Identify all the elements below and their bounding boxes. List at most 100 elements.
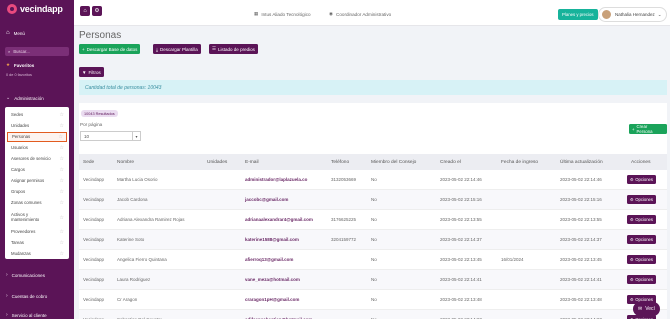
sidebar-item-mudanzas[interactable]: Mudanzas ☆ <box>7 249 67 259</box>
download-database-button[interactable]: + Descargar Base de datos <box>79 44 141 54</box>
star-outline-icon[interactable]: ☆ <box>60 240 64 246</box>
star-outline-icon[interactable]: ☆ <box>60 156 64 162</box>
cell-telefono: 3132053669 <box>331 177 357 182</box>
star-outline-icon[interactable]: ☆ <box>60 229 64 235</box>
sidebar-item-label: Personas <box>12 133 31 139</box>
favorites-label: Favoritos <box>14 62 35 68</box>
cell-nombre: Adriana Alexandra Ramirez Rojas <box>117 217 185 222</box>
cell-email[interactable]: craragon1pH@gmail.com <box>245 297 299 302</box>
row-options-button[interactable]: ⚙Opciones <box>627 215 656 224</box>
cell-email[interactable]: administrador@laplazuela.co <box>245 177 307 182</box>
plus-icon: + <box>632 126 635 132</box>
sidebar-item-activos[interactable]: Activos y mantenimiento ☆ <box>7 209 67 227</box>
cell-miembro: No <box>371 217 377 222</box>
cell-miembro: No <box>371 197 377 202</box>
sidebar-item-grupos[interactable]: Grupos ☆ <box>7 187 67 197</box>
sidebar-item-tareas[interactable]: Tareas ☆ <box>7 238 67 248</box>
table-row: Vecindapp Katerine Soto katerine1588@gmail… <box>79 230 667 250</box>
star-outline-icon[interactable]: ☆ <box>60 189 64 195</box>
col-email[interactable]: E-mail <box>245 160 259 165</box>
create-person-button[interactable]: + Crear Persona <box>629 124 667 134</box>
download-template-button[interactable]: ⤓ Descargar Plantilla <box>153 44 201 54</box>
menu-toggle[interactable]: ⌂ Menú <box>6 30 25 36</box>
col-actualizado[interactable]: Última actualización <box>560 160 603 165</box>
plans-button[interactable]: Planes y precios <box>558 9 598 20</box>
brand-name: vecindapp <box>20 4 63 14</box>
row-options-button[interactable]: ⚙Opciones <box>627 255 656 264</box>
cell-email[interactable]: afierroq13@gmail.com <box>245 257 293 262</box>
star-outline-icon[interactable]: ☆ <box>60 200 64 206</box>
star-outline-icon[interactable]: ☆ <box>60 145 64 151</box>
sidebar-item-cargos[interactable]: Cargos ☆ <box>7 165 67 175</box>
col-unidades[interactable]: Unidades <box>207 160 227 165</box>
chat-bubble-icon: ✉ <box>638 306 643 312</box>
chevron-down-icon: ▾ <box>132 132 140 140</box>
table-body: Vecindapp Martha Lucia Osorio administrado… <box>79 170 667 319</box>
cell-email[interactable]: adrianaalexandrar4@gmail.com <box>245 217 313 222</box>
row-options-button[interactable]: ⚙Opciones <box>627 235 656 244</box>
cell-email[interactable]: jaccobc@gmail.com <box>245 197 288 202</box>
sidebar-search[interactable]: ⌕ Buscar... <box>5 47 69 56</box>
favorites-section[interactable]: ★ Favoritos <box>6 62 34 68</box>
per-page-label: Por página <box>80 122 103 127</box>
cell-sede: Vecindapp <box>83 257 105 262</box>
star-outline-icon[interactable]: ☆ <box>59 134 63 140</box>
cell-miembro: No <box>371 277 377 282</box>
sidebar-item-label: Servicio al cliente <box>11 312 47 318</box>
sidebar-item-label: Tareas <box>11 239 24 245</box>
admin-section-toggle[interactable]: ⌄ Administración <box>6 95 44 101</box>
sidebar-item-cuentas-cobro[interactable]: › Cuentas de cobro <box>6 293 47 299</box>
home-button[interactable]: ⌂ <box>80 6 90 16</box>
admin-label: Administración <box>14 95 44 101</box>
row-options-button[interactable]: ⚙Opciones <box>627 275 656 284</box>
chat-widget[interactable]: ✉ Vecí <box>633 302 660 316</box>
sidebar-item-servicio-cliente[interactable]: › Servicio al cliente <box>6 312 47 318</box>
building-icon: ▦ <box>254 11 259 16</box>
star-outline-icon[interactable]: ☆ <box>60 178 64 184</box>
col-creado[interactable]: Creado el <box>440 160 461 165</box>
chat-label: Vecí <box>645 306 655 312</box>
star-outline-icon[interactable]: ☆ <box>60 167 64 173</box>
table-row: VecindappSebastian Del Countryedifsanseb… <box>79 310 667 319</box>
property-list-button[interactable]: ☰ Listado de predios <box>209 44 258 54</box>
chevron-right-icon: › <box>6 272 8 278</box>
settings-button[interactable]: ⚙ <box>92 6 102 16</box>
sidebar-item-unidades[interactable]: Unidades ☆ <box>7 121 67 131</box>
sidebar-item-comunicaciones[interactable]: › Comunicaciones <box>6 272 45 278</box>
col-ingreso[interactable]: Fecha de ingreso <box>501 160 538 165</box>
row-options-button[interactable]: ⚙Opciones <box>627 195 656 204</box>
star-outline-icon[interactable]: ☆ <box>60 215 64 221</box>
col-telefono[interactable]: Teléfono <box>331 160 349 165</box>
sidebar-item-usuarios[interactable]: Usuarios ☆ <box>7 143 67 153</box>
user-name: Nathalia Hernandez <box>615 12 655 17</box>
cell-nombre: Katerine Soto <box>117 237 145 242</box>
sidebar-item-asesores[interactable]: Asesores de servicio ☆ <box>7 154 67 164</box>
col-sede[interactable]: Sede <box>83 160 94 165</box>
col-nombre[interactable]: Nombre <box>117 160 134 165</box>
row-options-button[interactable]: ⚙Opciones <box>627 175 656 184</box>
col-miembro[interactable]: Miembro del Consejo <box>371 160 416 165</box>
sidebar-item-asignar-permisos[interactable]: Asignar permisos ☆ <box>7 176 67 186</box>
sidebar-item-personas[interactable]: Personas ☆ <box>7 132 67 142</box>
sidebar-item-proveedores[interactable]: Proveedores ☆ <box>7 227 67 237</box>
star-outline-icon[interactable]: ☆ <box>60 123 64 129</box>
brand-logo[interactable]: vecindapp <box>7 4 63 14</box>
button-label: Descargar Base de datos <box>86 46 138 52</box>
filters-button[interactable]: ▼ Filtros <box>79 67 104 77</box>
cell-creado: 2023-05-02 22:14:46 <box>440 177 482 182</box>
sidebar-item-label: Comunicaciones <box>11 272 45 278</box>
per-page-select[interactable]: 10 ▾ <box>80 131 141 141</box>
table-row: Vecindapp Cr Aragon craragon1pH@gmail.com N… <box>79 290 667 310</box>
star-outline-icon[interactable]: ☆ <box>60 112 64 118</box>
cell-actualizado: 2023-05-02 22:15:16 <box>560 197 602 202</box>
sidebar-item-sedes[interactable]: Sedes ☆ <box>7 110 67 120</box>
cell-email[interactable]: katerine1588@gmail.com <box>245 237 299 242</box>
star-outline-icon[interactable]: ☆ <box>60 251 64 257</box>
home-icon: ⌂ <box>6 30 10 36</box>
sidebar-item-zonas-comunes[interactable]: Zonas comunes ☆ <box>7 198 67 208</box>
search-icon: ⌕ <box>8 49 11 54</box>
cell-creado: 2023-05-02 22:14:37 <box>440 237 482 242</box>
sidebar-item-label: Activos y mantenimiento <box>11 212 40 222</box>
cell-email[interactable]: vane_meza@hotmail.com <box>245 277 300 282</box>
user-menu[interactable]: Nathalia Hernandez ⌄ <box>598 7 667 22</box>
